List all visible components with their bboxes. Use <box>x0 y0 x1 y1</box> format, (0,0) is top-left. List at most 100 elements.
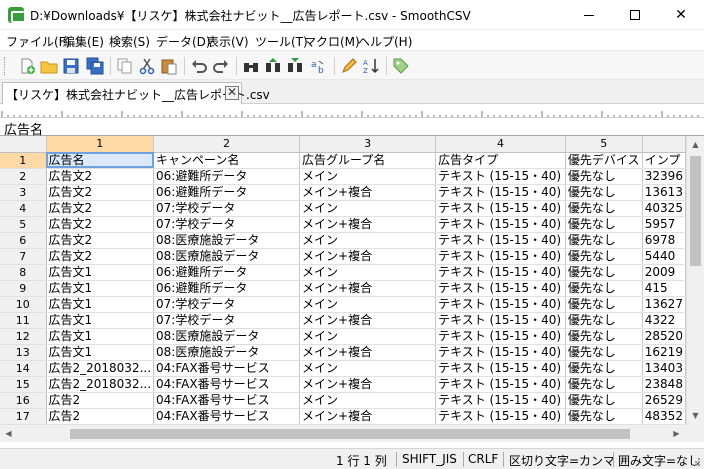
table-cell[interactable]: 23848 <box>642 376 686 393</box>
table-cell[interactable]: 13403 <box>642 360 686 377</box>
copy-icon[interactable] <box>116 57 134 75</box>
menu-view[interactable]: 表示(V) <box>207 33 249 50</box>
table-cell[interactable]: 優先なし <box>565 344 643 361</box>
vertical-scrollbar[interactable]: ▲ ▼ <box>686 136 704 424</box>
column-header[interactable]: 1 <box>46 136 155 153</box>
table-cell[interactable]: メイン+複合 <box>299 248 437 265</box>
menu-data[interactable]: データ(D) <box>156 33 211 50</box>
table-cell[interactable]: メイン <box>299 232 437 249</box>
table-cell[interactable]: 広告文2 <box>46 216 155 233</box>
row-header[interactable]: 15 <box>0 376 47 393</box>
horizontal-scroll-thumb[interactable] <box>70 429 630 439</box>
file-tab[interactable]: 【リスケ】株式会社ナビット__広告レポート.csv ✕ <box>2 82 270 104</box>
maximize-button[interactable] <box>612 0 658 30</box>
row-header[interactable]: 9 <box>0 280 47 297</box>
table-cell[interactable]: メイン <box>299 264 437 281</box>
table-cell[interactable]: テキスト (15-15・40) <box>435 248 566 265</box>
table-cell[interactable]: 広告タイプ <box>435 152 566 169</box>
table-cell[interactable]: メイン+複合 <box>299 216 437 233</box>
table-cell[interactable]: テキスト (15-15・40) <box>435 328 566 345</box>
row-header[interactable]: 5 <box>0 216 47 233</box>
table-cell[interactable]: 広告グループ名 <box>299 152 437 169</box>
menu-search[interactable]: 検索(S) <box>109 33 150 50</box>
find-next-icon[interactable] <box>286 57 304 75</box>
table-cell[interactable]: インプ <box>642 152 686 169</box>
table-cell[interactable]: 04:FAX番号サービス <box>153 376 301 393</box>
table-cell[interactable]: テキスト (15-15・40) <box>435 312 566 329</box>
table-cell[interactable]: 08:医療施設データ <box>153 344 301 361</box>
table-cell[interactable]: 広告2 <box>46 408 155 424</box>
table-cell[interactable]: テキスト (15-15・40) <box>435 168 566 185</box>
table-cell[interactable]: メイン+複合 <box>299 312 437 329</box>
table-cell[interactable]: 広告文1 <box>46 344 155 361</box>
table-cell[interactable]: テキスト (15-15・40) <box>435 392 566 409</box>
column-header[interactable]: 2 <box>153 136 301 153</box>
table-cell[interactable]: テキスト (15-15・40) <box>435 360 566 377</box>
table-cell[interactable]: テキスト (15-15・40) <box>435 296 566 313</box>
table-cell[interactable]: テキスト (15-15・40) <box>435 200 566 217</box>
status-line-ending[interactable]: CRLF <box>468 452 498 466</box>
table-cell[interactable]: 06:避難所データ <box>153 184 301 201</box>
table-cell[interactable]: 優先なし <box>565 408 643 424</box>
table-cell[interactable]: 26529 <box>642 392 686 409</box>
menu-macro[interactable]: マクロ(M) <box>304 33 360 50</box>
table-cell[interactable]: 優先なし <box>565 232 643 249</box>
table-cell[interactable]: 広告2 <box>46 392 155 409</box>
table-cell[interactable]: テキスト (15-15・40) <box>435 264 566 281</box>
table-cell[interactable]: 40325 <box>642 200 686 217</box>
table-cell[interactable]: テキスト (15-15・40) <box>435 376 566 393</box>
open-folder-icon[interactable] <box>40 57 58 75</box>
table-cell[interactable]: メイン+複合 <box>299 344 437 361</box>
horizontal-scrollbar[interactable]: ◀ ▶ <box>0 424 686 442</box>
row-header[interactable]: 13 <box>0 344 47 361</box>
close-window-button[interactable]: ✕ <box>658 0 704 30</box>
row-header[interactable]: 1 <box>0 152 47 169</box>
table-cell[interactable]: 16219 <box>642 344 686 361</box>
column-header[interactable]: 3 <box>299 136 437 153</box>
table-cell[interactable]: 04:FAX番号サービス <box>153 408 301 424</box>
table-cell[interactable]: 広告文2 <box>46 184 155 201</box>
table-cell[interactable]: 広告文2 <box>46 248 155 265</box>
table-cell[interactable]: 優先なし <box>565 360 643 377</box>
table-cell[interactable]: 広告文1 <box>46 312 155 329</box>
table-cell[interactable]: 広告2_2018032... <box>46 360 155 377</box>
table-cell[interactable]: 6978 <box>642 232 686 249</box>
status-quote[interactable]: 囲み文字=なし <box>618 452 700 469</box>
table-cell[interactable]: メイン+複合 <box>299 408 437 424</box>
replace-icon[interactable]: ab <box>310 57 328 75</box>
menu-tools[interactable]: ツール(T) <box>255 33 308 50</box>
table-cell[interactable]: メイン+複合 <box>299 280 437 297</box>
table-cell[interactable]: 広告文1 <box>46 280 155 297</box>
table-cell[interactable]: 優先なし <box>565 200 643 217</box>
column-header[interactable] <box>642 136 686 153</box>
table-cell[interactable]: 5957 <box>642 216 686 233</box>
row-header[interactable]: 2 <box>0 168 47 185</box>
new-file-icon[interactable] <box>18 57 36 75</box>
table-cell[interactable]: 415 <box>642 280 686 297</box>
row-header[interactable]: 4 <box>0 200 47 217</box>
table-cell[interactable]: 07:学校データ <box>153 216 301 233</box>
table-cell[interactable]: 優先なし <box>565 376 643 393</box>
table-cell[interactable]: 06:避難所データ <box>153 168 301 185</box>
table-cell[interactable]: 07:学校データ <box>153 200 301 217</box>
table-cell[interactable]: 広告文1 <box>46 296 155 313</box>
tab-close-button[interactable]: ✕ <box>225 86 239 100</box>
resize-grip-icon[interactable] <box>690 456 700 466</box>
row-header[interactable]: 3 <box>0 184 47 201</box>
table-cell[interactable]: 優先なし <box>565 184 643 201</box>
table-cell[interactable]: テキスト (15-15・40) <box>435 232 566 249</box>
table-cell[interactable]: テキスト (15-15・40) <box>435 184 566 201</box>
table-cell[interactable]: 13627 <box>642 296 686 313</box>
csv-grid[interactable]: 1 2 3 4 5 1 広告名 キャンペーン名 広告グループ名 広告タイプ 優先デバイスイ… <box>0 136 686 424</box>
table-cell[interactable]: 優先デバイス <box>565 152 643 169</box>
row-header[interactable]: 17 <box>0 408 47 424</box>
table-cell[interactable]: 08:医療施設データ <box>153 328 301 345</box>
table-cell[interactable]: 06:避難所データ <box>153 264 301 281</box>
table-cell[interactable]: 07:学校データ <box>153 296 301 313</box>
table-cell[interactable]: テキスト (15-15・40) <box>435 408 566 424</box>
table-cell[interactable]: 13613 <box>642 184 686 201</box>
table-cell[interactable]: 優先なし <box>565 296 643 313</box>
row-header[interactable]: 7 <box>0 248 47 265</box>
table-cell[interactable]: 広告文2 <box>46 232 155 249</box>
table-cell[interactable]: 広告文2 <box>46 168 155 185</box>
